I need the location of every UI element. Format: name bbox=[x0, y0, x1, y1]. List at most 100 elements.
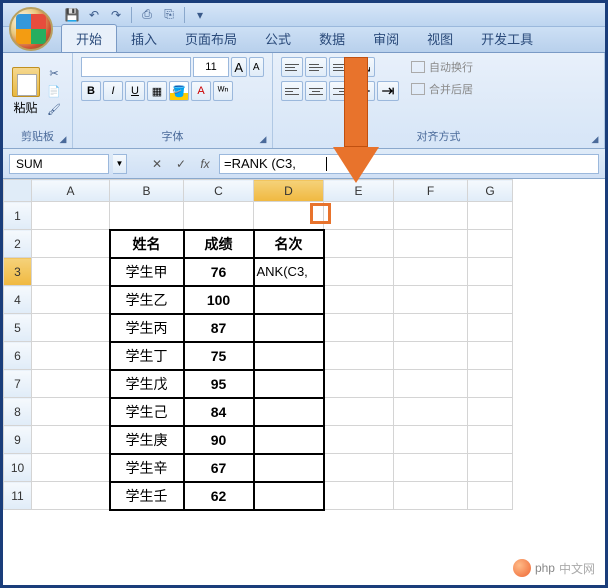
cell[interactable]: 76 bbox=[184, 258, 254, 286]
cut-icon[interactable]: ✂ bbox=[44, 66, 64, 82]
cell[interactable]: 学生丙 bbox=[110, 314, 184, 342]
cell[interactable] bbox=[32, 454, 110, 482]
cell[interactable]: 学生乙 bbox=[110, 286, 184, 314]
print-icon[interactable]: ⎙ bbox=[138, 6, 156, 24]
cell[interactable] bbox=[32, 426, 110, 454]
col-header-C[interactable]: C bbox=[184, 180, 254, 202]
cell[interactable] bbox=[324, 454, 394, 482]
row-header[interactable]: 1 bbox=[4, 202, 32, 230]
cell[interactable] bbox=[468, 230, 513, 258]
cell[interactable] bbox=[184, 202, 254, 230]
cell[interactable] bbox=[110, 202, 184, 230]
cell[interactable]: 成绩 bbox=[184, 230, 254, 258]
qat-dropdown-icon[interactable]: ▾ bbox=[191, 6, 209, 24]
underline-button[interactable]: U bbox=[125, 81, 145, 101]
cell[interactable] bbox=[32, 370, 110, 398]
phonetic-button[interactable]: ᵂⁿ bbox=[213, 81, 233, 101]
cell[interactable] bbox=[468, 342, 513, 370]
cell[interactable]: 75 bbox=[184, 342, 254, 370]
row-header[interactable]: 11 bbox=[4, 482, 32, 510]
tab-insert[interactable]: 插入 bbox=[117, 25, 171, 52]
cell[interactable]: 学生壬 bbox=[110, 482, 184, 510]
cell[interactable] bbox=[254, 370, 324, 398]
cell[interactable] bbox=[468, 454, 513, 482]
paste-button[interactable]: 粘贴 bbox=[11, 64, 40, 120]
row-header[interactable]: 3 bbox=[4, 258, 32, 286]
cell[interactable]: 90 bbox=[184, 426, 254, 454]
tab-developer[interactable]: 开发工具 bbox=[467, 25, 547, 52]
cell[interactable]: 学生丁 bbox=[110, 342, 184, 370]
fill-color-button[interactable]: 🪣 bbox=[169, 81, 189, 101]
row-header[interactable]: 6 bbox=[4, 342, 32, 370]
cell[interactable]: 名次 bbox=[254, 230, 324, 258]
name-box-dropdown-icon[interactable]: ▼ bbox=[113, 154, 127, 174]
cell[interactable] bbox=[394, 482, 468, 510]
tab-view[interactable]: 视图 bbox=[413, 25, 467, 52]
format-painter-icon[interactable]: 🖌 bbox=[44, 102, 64, 118]
border-button[interactable]: ▦ bbox=[147, 81, 167, 101]
cell[interactable] bbox=[254, 426, 324, 454]
cell[interactable] bbox=[254, 342, 324, 370]
align-left-button[interactable] bbox=[281, 81, 303, 101]
cancel-formula-button[interactable]: ✕ bbox=[147, 155, 167, 173]
cell[interactable]: 姓名 bbox=[110, 230, 184, 258]
cell[interactable] bbox=[254, 398, 324, 426]
quickprint-icon[interactable]: ⎘ bbox=[160, 6, 178, 24]
cell[interactable] bbox=[254, 314, 324, 342]
cell[interactable] bbox=[254, 202, 324, 230]
tab-pagelayout[interactable]: 页面布局 bbox=[171, 25, 251, 52]
name-box[interactable]: SUM bbox=[9, 154, 109, 174]
col-header-F[interactable]: F bbox=[394, 180, 468, 202]
align-middle-button[interactable] bbox=[305, 57, 327, 77]
increase-indent-button[interactable]: ⇥ bbox=[377, 81, 399, 101]
cell[interactable] bbox=[468, 202, 513, 230]
alignment-launcher-icon[interactable]: ◢ bbox=[588, 132, 602, 146]
cell[interactable] bbox=[32, 202, 110, 230]
cell[interactable] bbox=[468, 370, 513, 398]
bold-button[interactable]: B bbox=[81, 81, 101, 101]
cell[interactable] bbox=[324, 482, 394, 510]
font-size-input[interactable] bbox=[193, 57, 229, 77]
fx-button[interactable]: fx bbox=[195, 155, 215, 173]
row-header[interactable]: 4 bbox=[4, 286, 32, 314]
cell[interactable] bbox=[254, 482, 324, 510]
save-icon[interactable]: 💾 bbox=[63, 6, 81, 24]
office-button[interactable] bbox=[9, 7, 53, 51]
cell[interactable] bbox=[394, 454, 468, 482]
align-top-button[interactable] bbox=[281, 57, 303, 77]
cell[interactable] bbox=[324, 258, 394, 286]
col-header-B[interactable]: B bbox=[110, 180, 184, 202]
italic-button[interactable]: I bbox=[103, 81, 123, 101]
cell[interactable] bbox=[32, 398, 110, 426]
cell[interactable]: 87 bbox=[184, 314, 254, 342]
cell[interactable] bbox=[394, 258, 468, 286]
row-header[interactable]: 7 bbox=[4, 370, 32, 398]
grow-font-button[interactable]: A bbox=[231, 57, 247, 77]
select-all-button[interactable] bbox=[4, 180, 32, 202]
cell[interactable] bbox=[324, 342, 394, 370]
cell[interactable]: 67 bbox=[184, 454, 254, 482]
cell[interactable] bbox=[32, 258, 110, 286]
cell[interactable]: 学生庚 bbox=[110, 426, 184, 454]
row-header[interactable]: 10 bbox=[4, 454, 32, 482]
decrease-indent-button[interactable]: ⇤ bbox=[353, 81, 375, 101]
merge-center-button[interactable]: 合并后居 bbox=[407, 79, 477, 99]
cell[interactable] bbox=[468, 286, 513, 314]
cell[interactable] bbox=[254, 454, 324, 482]
active-cell[interactable]: ANK(C3, bbox=[254, 258, 324, 286]
row-header[interactable]: 5 bbox=[4, 314, 32, 342]
font-launcher-icon[interactable]: ◢ bbox=[256, 132, 270, 146]
enter-formula-button[interactable]: ✓ bbox=[171, 155, 191, 173]
row-header[interactable]: 8 bbox=[4, 398, 32, 426]
cell[interactable]: 学生辛 bbox=[110, 454, 184, 482]
cell[interactable]: 62 bbox=[184, 482, 254, 510]
cell[interactable] bbox=[32, 230, 110, 258]
font-color-button[interactable]: A bbox=[191, 81, 211, 101]
cell[interactable] bbox=[324, 314, 394, 342]
cell[interactable] bbox=[324, 370, 394, 398]
cell[interactable] bbox=[254, 286, 324, 314]
cell[interactable]: 学生甲 bbox=[110, 258, 184, 286]
tab-home[interactable]: 开始 bbox=[61, 24, 117, 52]
col-header-A[interactable]: A bbox=[32, 180, 110, 202]
wrap-text-button[interactable]: 自动换行 bbox=[407, 57, 477, 77]
